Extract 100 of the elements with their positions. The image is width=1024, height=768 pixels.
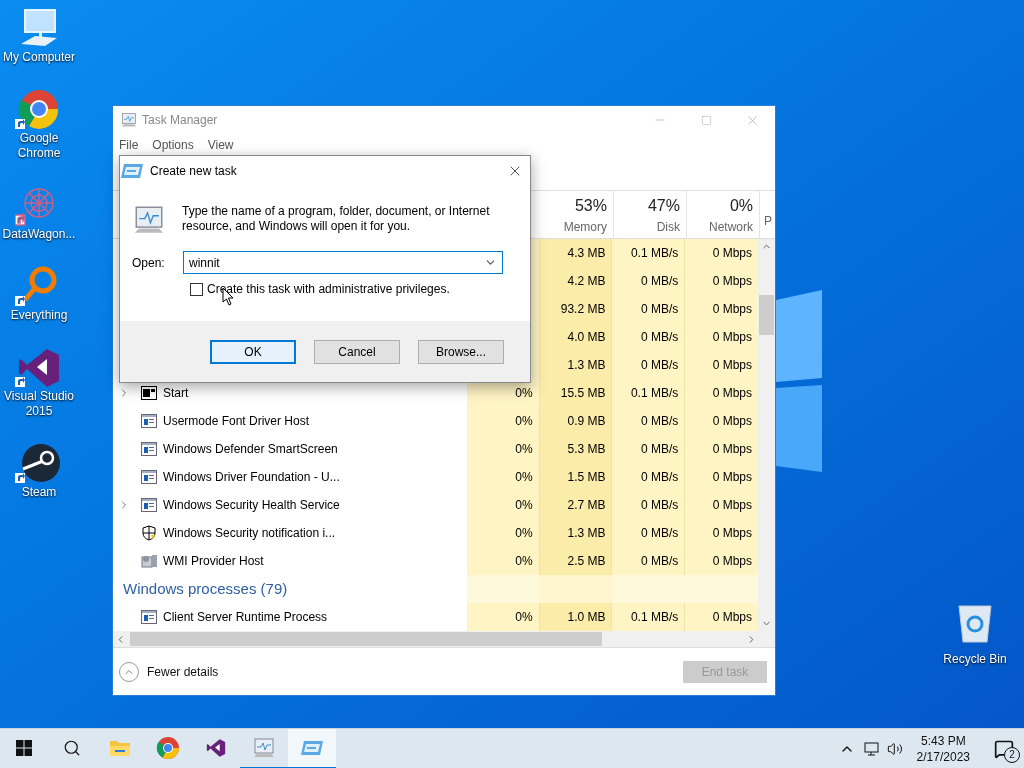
column-header[interactable]: Memory <box>563 217 607 236</box>
network-cell: 0 Mbps <box>685 603 759 631</box>
desktop-icon-label[interactable]: Visual Studio 2015 <box>1 389 77 419</box>
windows-logo-icon <box>16 739 32 756</box>
network-cell: 0 Mbps <box>685 295 759 323</box>
desktop-icon-label[interactable]: DataWagon... <box>1 227 77 242</box>
desktop-icon-label[interactable]: My Computer <box>1 50 77 65</box>
cpu-cell: 0% <box>466 603 540 631</box>
network-cell: 0 Mbps <box>685 435 759 463</box>
network-cell: 0 Mbps <box>685 239 759 267</box>
memory-cell: 2.5 MB <box>539 547 613 575</box>
desktop-icon-label[interactable]: Google Chrome <box>1 131 77 161</box>
window-title: Task Manager <box>142 112 218 129</box>
fewer-details-button[interactable]: Fewer details <box>119 661 219 682</box>
open-label: Open: <box>132 254 166 272</box>
run-window-icon <box>300 738 324 757</box>
maximize-icon <box>700 114 712 126</box>
disk-cell: 0 MB/s <box>612 435 686 463</box>
memory-cell: 4.0 MB <box>539 323 613 351</box>
monitor-graph-icon <box>132 204 166 236</box>
folder-icon <box>109 738 131 757</box>
column-percent: 53% <box>574 195 607 216</box>
cpu-cell: 0% <box>466 491 540 519</box>
window-icon <box>141 386 157 400</box>
disk-cell: 0 MB/s <box>612 323 686 351</box>
steam-icon <box>15 443 63 485</box>
disk-cell: 0.1 MB/s <box>612 603 686 631</box>
dialog-title: Create new task <box>150 163 237 180</box>
disk-cell: 0 MB/s <box>612 519 686 547</box>
scroll-thumb[interactable] <box>130 632 602 646</box>
column-header[interactable]: Disk <box>656 217 680 236</box>
disk-cell: 0.1 MB/s <box>612 379 686 407</box>
app-window-icon <box>141 442 157 456</box>
dialog-button[interactable]: Browse... <box>418 339 504 364</box>
admin-checkbox[interactable] <box>190 282 203 296</box>
memory-cell: 2.7 MB <box>539 491 613 519</box>
column-header[interactable]: Network <box>709 217 753 236</box>
open-combobox[interactable]: winnit <box>183 251 503 274</box>
memory-cell: 1.3 MB <box>539 519 613 547</box>
section-heading: Windows processes (79) <box>123 578 288 599</box>
process-name: Windows Security notification i... <box>163 525 336 542</box>
memory-cell: 1.0 MB <box>539 603 613 631</box>
cpu-cell: 0% <box>466 463 540 491</box>
disk-cell: 0 MB/s <box>612 463 686 491</box>
run-window-icon <box>120 162 144 180</box>
process-name: Client Server Runtime Process <box>163 609 328 626</box>
memory-cell: 0.9 MB <box>539 407 613 435</box>
volume-icon[interactable] <box>886 740 903 757</box>
app-window-icon <box>141 470 157 484</box>
memory-cell: 5.3 MB <box>539 435 613 463</box>
app-window-icon <box>141 414 157 428</box>
dialog-button[interactable]: Cancel <box>314 339 400 364</box>
disk-cell: 0 MB/s <box>612 547 686 575</box>
notification-count: 2 <box>1004 746 1020 763</box>
network-cell: 0 Mbps <box>685 519 759 547</box>
network-cell: 0 Mbps <box>685 547 759 575</box>
disk-cell: 0.1 MB/s <box>612 239 686 267</box>
scroll-thumb[interactable] <box>759 295 774 335</box>
cpu-cell: 0% <box>466 519 540 547</box>
infinity-icon <box>205 736 227 759</box>
horizontal-scrollbar[interactable] <box>113 631 775 647</box>
process-name: Windows Security Health Service <box>163 497 340 514</box>
chrome-icon <box>156 735 180 760</box>
desktop-icon-label[interactable]: Everything <box>1 308 77 323</box>
clock-date[interactable]: 2/17/2023 <box>916 748 970 765</box>
recycle-bin-icon <box>955 602 995 644</box>
network-cell: 0 Mbps <box>685 323 759 351</box>
column-percent: 0% <box>729 195 753 216</box>
menu-item[interactable]: Options <box>152 136 194 154</box>
network-cell: 0 Mbps <box>685 351 759 379</box>
column-header[interactable]: P <box>764 212 772 230</box>
app-window-icon <box>141 610 157 624</box>
process-name: WMI Provider Host <box>163 553 264 570</box>
monitor-graph-icon <box>120 112 138 128</box>
menu-item[interactable]: View <box>207 136 234 154</box>
search-icon <box>63 738 81 757</box>
disk-cell: 0 MB/s <box>612 491 686 519</box>
disk-cell: 0 MB/s <box>612 407 686 435</box>
column-percent: 47% <box>647 195 680 216</box>
dialog-button[interactable]: OK <box>210 339 296 364</box>
memory-cell: 4.3 MB <box>539 239 613 267</box>
desktop-icon-label[interactable]: Recycle Bin <box>943 650 1007 668</box>
memory-cell: 4.2 MB <box>539 267 613 295</box>
notification-icon[interactable] <box>994 738 1014 759</box>
process-name: Start <box>163 385 189 402</box>
gear-computer-icon <box>140 553 158 569</box>
network-icon[interactable] <box>862 740 881 757</box>
process-name: Windows Driver Foundation - U... <box>163 469 340 486</box>
menu-item[interactable]: File <box>119 136 139 154</box>
desktop-icon-label[interactable]: Steam <box>1 485 77 500</box>
network-cell: 0 Mbps <box>685 407 759 435</box>
clock-time[interactable]: 5:43 PM <box>920 732 966 749</box>
app-window-icon <box>141 498 157 512</box>
process-name: Usermode Font Driver Host <box>163 413 310 430</box>
memory-cell: 1.3 MB <box>539 351 613 379</box>
vertical-scrollbar[interactable] <box>758 239 775 631</box>
dialog-message: Type the name of a program, folder, document, or Internet resource, and Windows will open it for you. <box>182 204 491 235</box>
memory-cell: 1.5 MB <box>539 463 613 491</box>
cpu-cell: 0% <box>466 435 540 463</box>
memory-cell: 15.5 MB <box>539 379 613 407</box>
